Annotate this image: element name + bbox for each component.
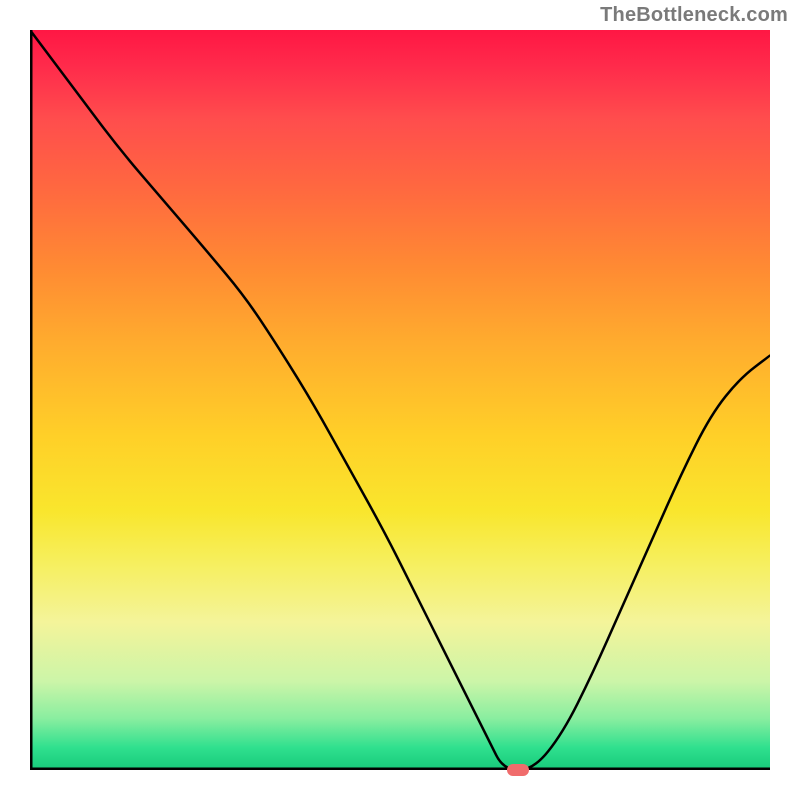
axes bbox=[30, 30, 770, 770]
optimal-marker bbox=[507, 764, 529, 776]
plot-area bbox=[30, 30, 770, 770]
watermark-text: TheBottleneck.com bbox=[600, 4, 788, 27]
bottleneck-chart: TheBottleneck.com bbox=[0, 0, 800, 800]
